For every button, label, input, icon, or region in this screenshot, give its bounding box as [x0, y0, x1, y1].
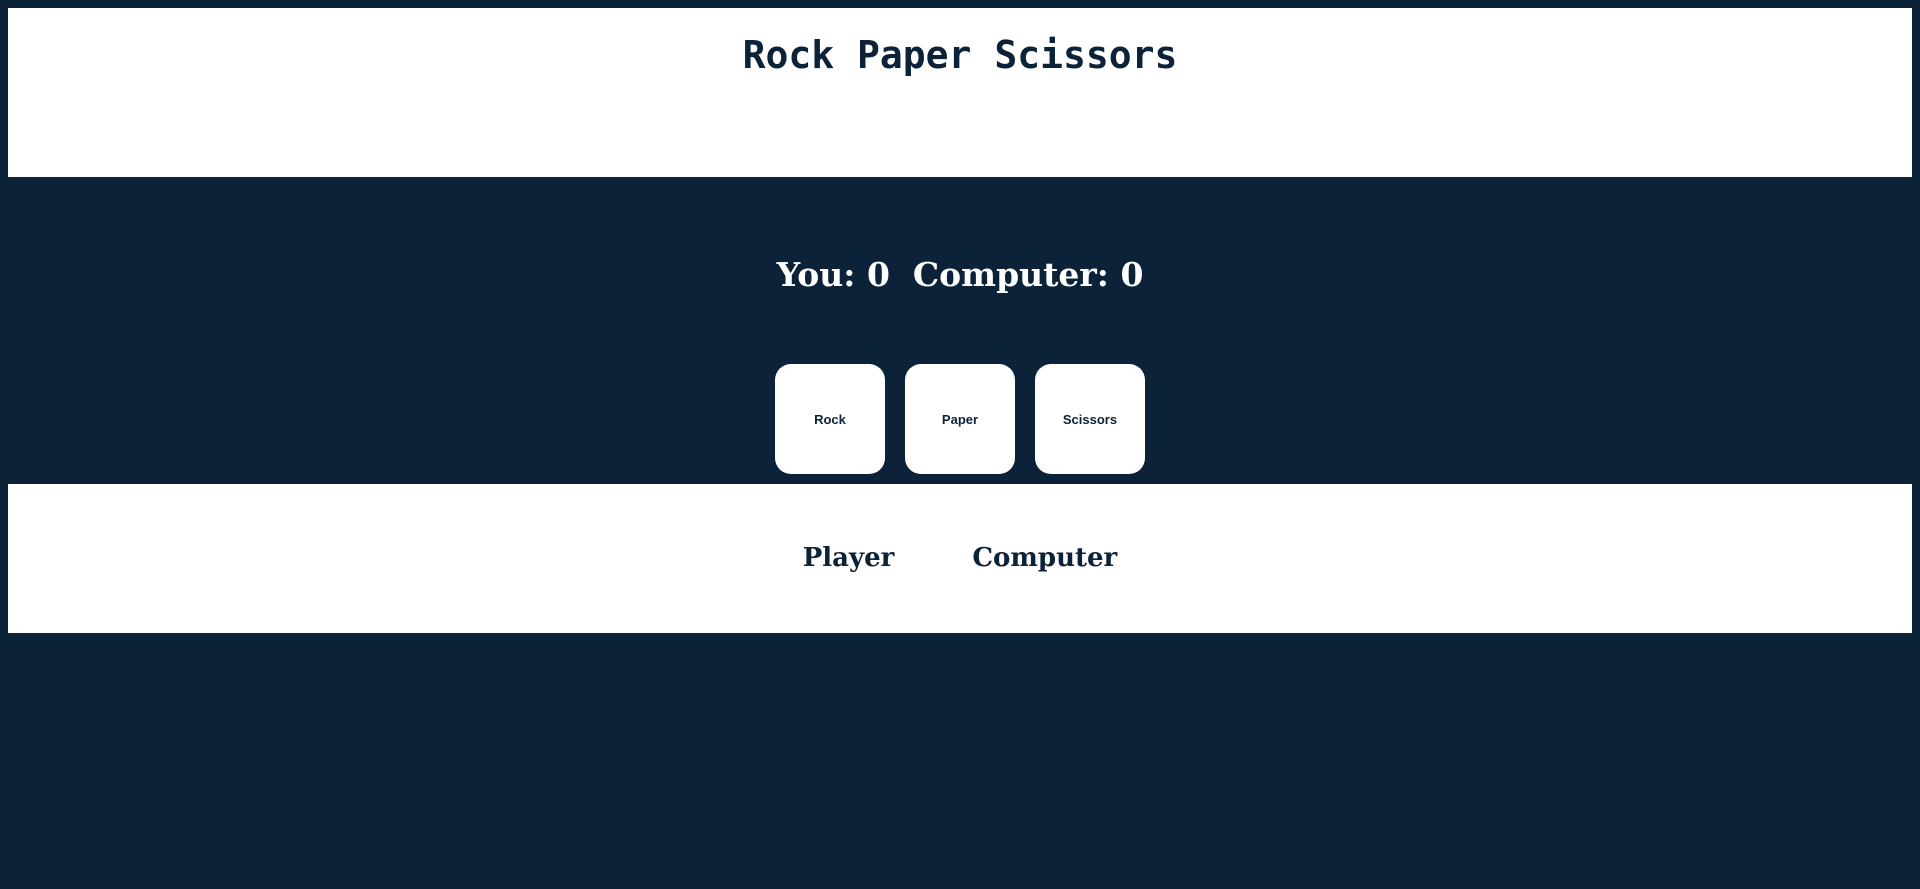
choice-buttons: Rock Paper Scissors [0, 364, 1920, 474]
result-labels: Player Computer [8, 538, 1912, 578]
scoreboard: You: 0 Computer: 0 [0, 251, 1920, 299]
rock-button[interactable]: Rock [775, 364, 885, 474]
player-score-value: 0 [866, 255, 890, 294]
computer-result-label: Computer [972, 543, 1118, 573]
player-score-label: You: [776, 255, 856, 294]
paper-button[interactable]: Paper [905, 364, 1015, 474]
player-result-label: Player [802, 543, 895, 573]
results-panel: Player Computer [8, 484, 1912, 633]
computer-score-value: 0 [1120, 255, 1144, 294]
header-panel: Rock Paper Scissors [8, 8, 1912, 177]
computer-score-label: Computer: [912, 255, 1109, 294]
scissors-button[interactable]: Scissors [1035, 364, 1145, 474]
page-title: Rock Paper Scissors [742, 33, 1178, 77]
